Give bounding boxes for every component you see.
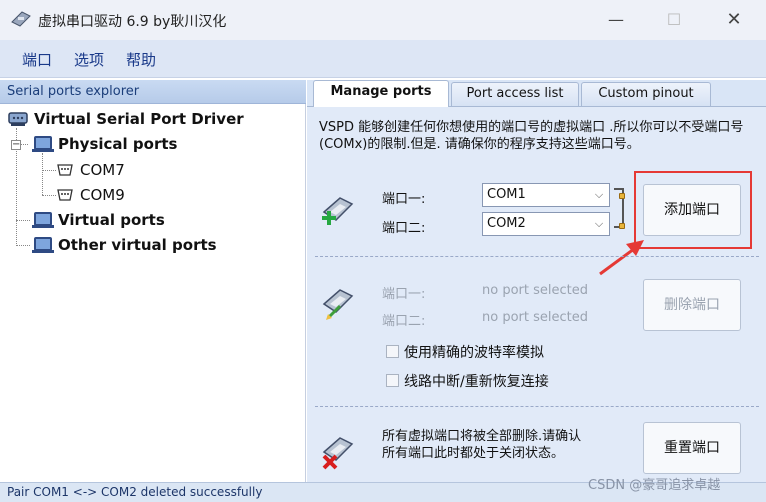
port1-select[interactable]: COM1 ⌵: [482, 183, 610, 207]
close-button[interactable]: ✕: [722, 8, 746, 32]
status-message: Pair COM1 <-> COM2 deleted successfully: [7, 485, 263, 499]
line-break-checkbox[interactable]: [386, 374, 399, 387]
title-bar: 虚拟串口驱动 6.9 by耿川汉化 — ☐ ✕: [0, 0, 766, 40]
menu-options[interactable]: 选项: [74, 49, 104, 70]
delete-ports-button[interactable]: 删除端口: [643, 279, 741, 331]
delete-port2-label: 端口二:: [382, 314, 426, 329]
add-port2-label: 端口二:: [382, 221, 426, 236]
menu-bar: 端口 选项 帮助: [0, 40, 766, 78]
explorer-header: Serial ports explorer: [0, 80, 306, 104]
pair-connector-dot: [619, 193, 625, 199]
maximize-button[interactable]: ☐: [662, 8, 686, 32]
port2-select[interactable]: COM2 ⌵: [482, 212, 610, 236]
tree-item-label: Physical ports: [58, 135, 178, 153]
computer-icon: [32, 212, 54, 228]
manage-description: VSPD 能够创建任何你想使用的端口号的虚拟端口 .所以你可以不受端口号(COM…: [319, 120, 744, 152]
tree-expander[interactable]: −: [11, 140, 21, 150]
annotation-arrow: [599, 240, 644, 276]
serial-port-icon: [8, 112, 28, 126]
watermark: CSDN @豪哥追求卓越: [588, 478, 721, 493]
tree-item-physical-ports[interactable]: Physical ports: [30, 133, 290, 155]
tree-item-other-virtual-ports[interactable]: Other virtual ports: [30, 234, 290, 256]
tree-item-com7[interactable]: COM7: [54, 159, 254, 181]
minimize-button[interactable]: —: [604, 8, 628, 32]
serial-port-icon: [57, 164, 73, 176]
tree-item-label: Virtual ports: [58, 211, 165, 229]
tab-port-access-list[interactable]: Port access list: [451, 82, 579, 106]
port1-select-value: COM1: [487, 187, 526, 202]
serial-plug-icon: [11, 11, 31, 27]
reset-description: 所有虚拟端口将被全部删除.请确认所有端口此时都处于关闭状态。: [382, 429, 582, 461]
reset-ports-icon: [322, 437, 354, 470]
tab-custom-pinout[interactable]: Custom pinout: [581, 82, 711, 106]
baud-emulation-checkbox[interactable]: [386, 345, 399, 358]
tree-line: [16, 220, 30, 221]
tree-item-com9[interactable]: COM9: [54, 184, 254, 206]
line-break-label: 线路中断/重新恢复连接: [404, 374, 549, 390]
tree-item-virtual-ports[interactable]: Virtual ports: [30, 209, 290, 231]
serial-port-icon: [57, 189, 73, 201]
computer-icon: [32, 237, 54, 253]
tree-item-label: COM7: [80, 161, 125, 179]
add-port1-label: 端口一:: [382, 192, 426, 207]
serial-ports-explorer: Serial ports explorer Virtual Serial Por…: [0, 80, 306, 482]
chevron-down-icon: ⌵: [594, 188, 604, 201]
tab-manage-ports[interactable]: Manage ports: [313, 80, 449, 107]
delete-port2-value: no port selected: [482, 310, 588, 325]
reset-ports-button[interactable]: 重置端口: [643, 422, 741, 474]
tree-root-label: Virtual Serial Port Driver: [34, 110, 244, 128]
tree-item-label: COM9: [80, 186, 125, 204]
section-separator: [315, 406, 759, 407]
tree-line: [16, 245, 30, 246]
port2-select-value: COM2: [487, 216, 526, 231]
tree-line: [42, 153, 43, 195]
window-title: 虚拟串口驱动 6.9 by耿川汉化: [38, 14, 227, 30]
baud-emulation-label: 使用精确的波特率模拟: [404, 345, 544, 361]
delete-port1-label: 端口一:: [382, 287, 426, 302]
computer-icon: [32, 136, 54, 152]
chevron-down-icon: ⌵: [594, 217, 604, 230]
pair-connector-dot: [619, 223, 625, 229]
add-port-icon: [322, 197, 354, 225]
delete-port-icon: [322, 289, 354, 320]
section-separator: [315, 256, 759, 257]
menu-ports[interactable]: 端口: [22, 49, 52, 70]
menu-help[interactable]: 帮助: [126, 49, 156, 70]
delete-port1-value: no port selected: [482, 283, 588, 298]
tree-root[interactable]: Virtual Serial Port Driver: [6, 108, 296, 130]
tree-item-label: Other virtual ports: [58, 236, 217, 254]
